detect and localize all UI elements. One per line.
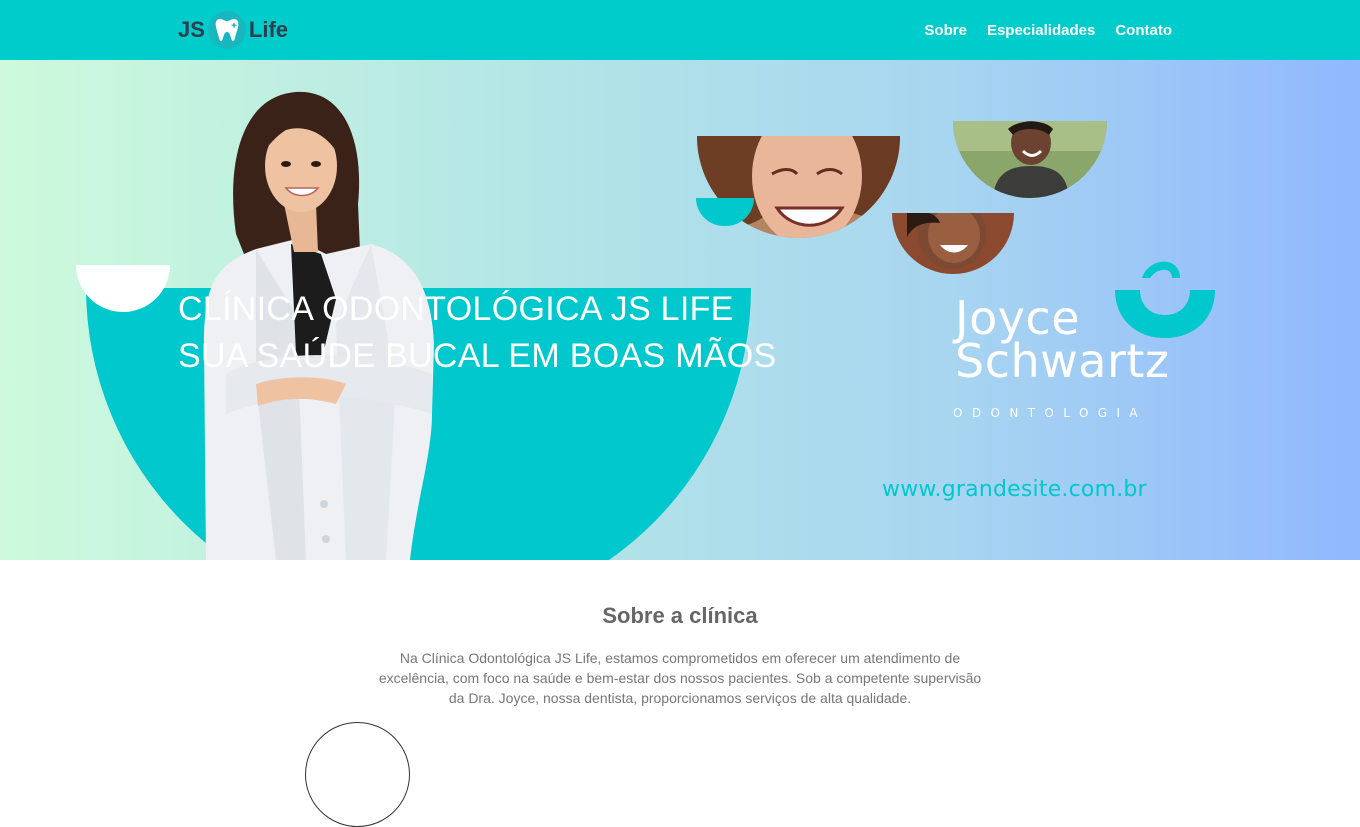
- about-title: Sobre a clínica: [602, 603, 758, 628]
- tooth-icon: [207, 11, 246, 49]
- smiling-girl-photo: [892, 213, 1014, 274]
- nav-link-contato[interactable]: Contato: [1115, 22, 1172, 39]
- smiling-man-photo: [953, 121, 1107, 198]
- brand-url[interactable]: www.grandesite.com.br: [882, 477, 1147, 502]
- logo-text-life: Life: [248, 17, 289, 42]
- site-logo[interactable]: JS Life: [178, 10, 288, 50]
- brand-name-line2: Schwartz: [955, 334, 1170, 388]
- hero-banner: CLÍNICA ODONTOLÓGICA JS LIFE SUA SAÚDE B…: [0, 60, 1360, 560]
- brand-subtitle: ODONTOLOGIA: [953, 406, 1148, 420]
- about-text: Na Clínica Odontológica JS Life, estamos…: [378, 650, 982, 706]
- main-nav: Sobre Especialidades Contato: [924, 0, 1172, 60]
- nav-link-sobre[interactable]: Sobre: [924, 22, 967, 39]
- brand-name: Joyce Schwartz: [955, 295, 1235, 388]
- logo-text-js: JS: [178, 17, 205, 42]
- nav-link-especialidades[interactable]: Especialidades: [987, 22, 1095, 39]
- navbar: JS Life Sobre Especialidades Contato: [0, 0, 1360, 60]
- hero-title: CLÍNICA ODONTOLÓGICA JS LIFE SUA SAÚDE B…: [178, 290, 777, 375]
